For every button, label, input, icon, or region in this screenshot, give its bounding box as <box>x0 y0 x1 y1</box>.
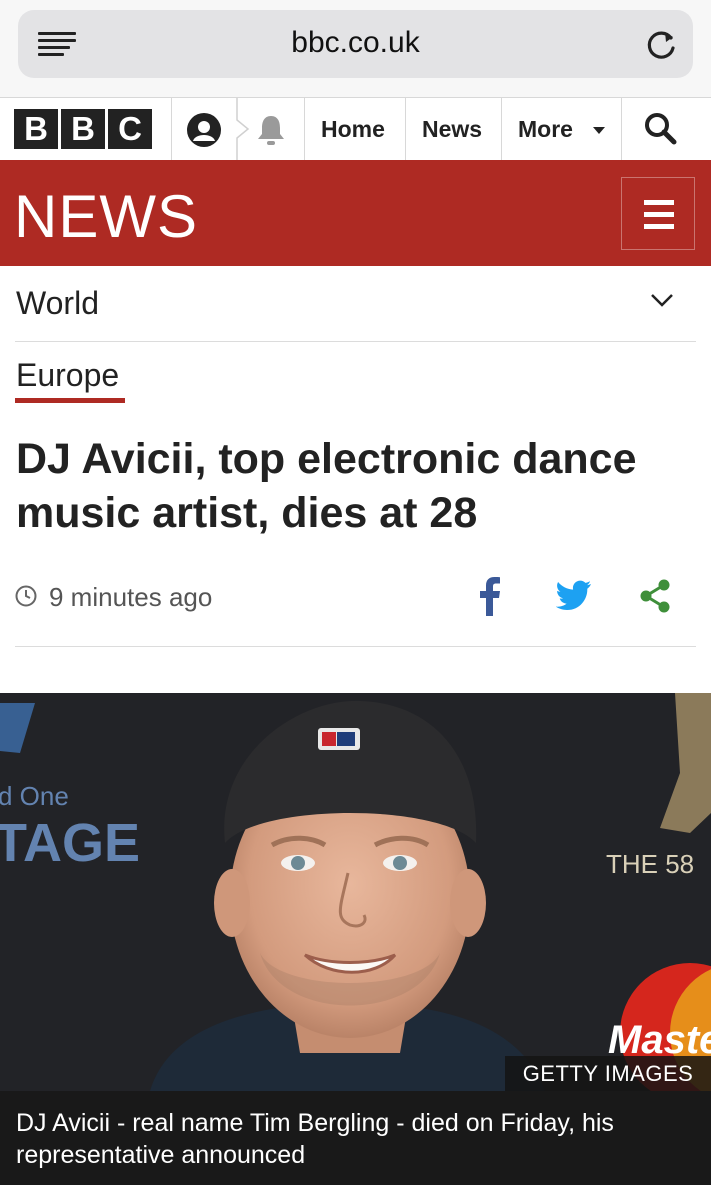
nav-divider <box>171 98 172 160</box>
facebook-share-icon[interactable] <box>477 576 501 616</box>
nav-divider <box>501 98 502 160</box>
bbc-logo-block: B <box>14 109 58 149</box>
article-meta: 9 minutes ago <box>15 570 696 647</box>
photo-illustration: d One TAGE THE 58 Maste <box>0 693 711 1091</box>
address-bar[interactable]: bbc.co.uk <box>18 10 693 78</box>
svg-text:TAGE: TAGE <box>0 813 140 873</box>
subsection-link[interactable]: Europe <box>16 357 119 394</box>
caret-down-icon[interactable] <box>592 126 606 135</box>
twitter-share-icon[interactable] <box>556 580 592 612</box>
nav-divider <box>304 98 305 160</box>
reload-icon[interactable] <box>643 26 679 62</box>
news-banner: NEWS <box>0 160 711 266</box>
section-dropdown[interactable]: World <box>15 266 696 342</box>
svg-text:d One: d One <box>0 781 69 811</box>
subsection-underline <box>15 398 125 403</box>
nav-news-link[interactable]: News <box>422 98 482 160</box>
nav-more-link[interactable]: More <box>518 98 573 160</box>
url-text[interactable]: bbc.co.uk <box>18 26 693 60</box>
notifications-bell-icon[interactable] <box>253 112 289 148</box>
section-label[interactable]: World <box>16 285 99 322</box>
article-timestamp: 9 minutes ago <box>49 582 213 612</box>
bbc-top-nav: B B C Home News More <box>0 97 711 161</box>
nav-arrow-divider <box>236 98 250 160</box>
clock-icon <box>15 585 37 607</box>
svg-text:THE 58: THE 58 <box>606 849 694 879</box>
chevron-down-icon[interactable] <box>650 288 674 312</box>
bbc-logo-block: C <box>108 109 152 149</box>
news-wordmark[interactable]: NEWS <box>14 182 198 251</box>
image-credit: GETTY IMAGES <box>505 1056 711 1092</box>
browser-toolbar: bbc.co.uk <box>0 0 711 97</box>
nav-divider <box>405 98 406 160</box>
nav-divider <box>621 98 622 160</box>
share-icon[interactable] <box>639 579 671 613</box>
bbc-logo[interactable]: B B C <box>14 109 152 149</box>
bbc-logo-block: B <box>61 109 105 149</box>
menu-button[interactable] <box>621 177 695 250</box>
nav-home-link[interactable]: Home <box>321 98 385 160</box>
image-caption: DJ Avicii - real name Tim Bergling - die… <box>0 1091 711 1185</box>
search-icon[interactable] <box>643 111 677 145</box>
article-headline: DJ Avicii, top electronic dance music ar… <box>16 435 637 537</box>
article-photo: d One TAGE THE 58 Maste <box>0 693 711 1091</box>
account-icon[interactable] <box>185 112 223 148</box>
